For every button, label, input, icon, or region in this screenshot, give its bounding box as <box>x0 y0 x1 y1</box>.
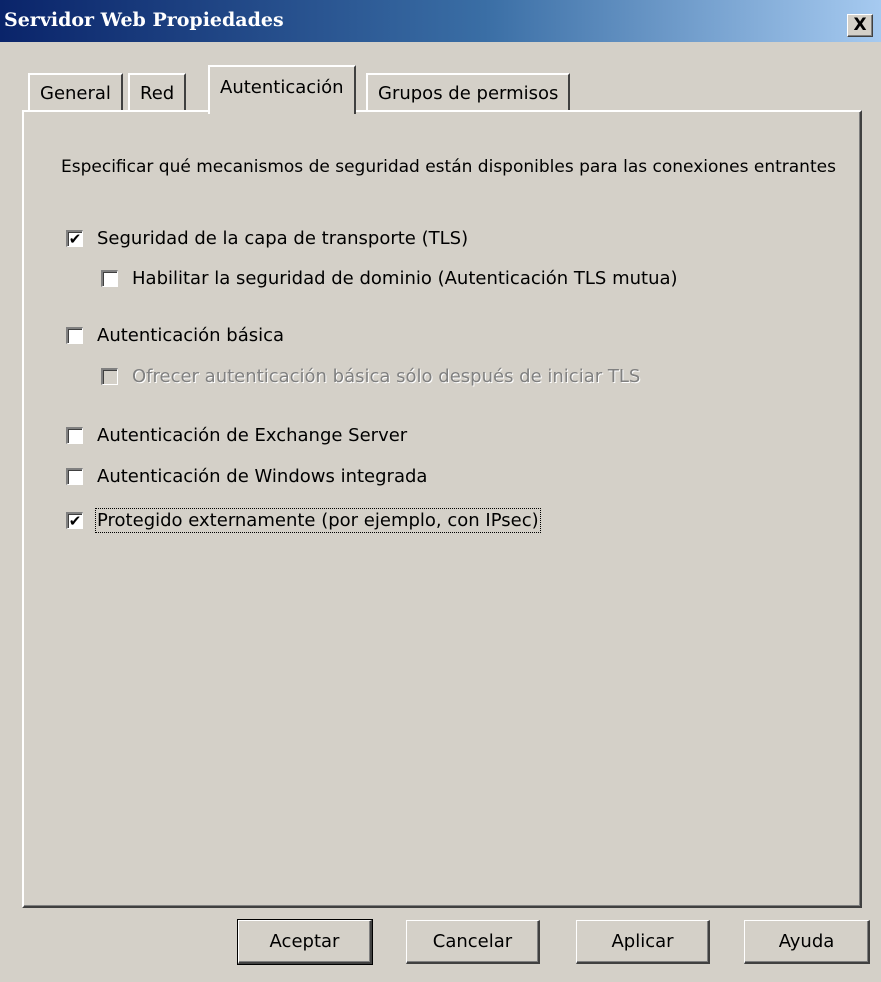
checkbox-basic-auth-after-tls <box>101 368 118 385</box>
checkbox-externally-secured[interactable]: ✔ <box>66 512 83 529</box>
tab-general[interactable]: General <box>28 73 123 111</box>
button-label: Ayuda <box>778 931 835 952</box>
tab-label: General <box>40 82 111 104</box>
option-label: Ofrecer autenticación básica sólo despué… <box>132 366 641 387</box>
option-basic-auth-after-tls: Ofrecer autenticación básica sólo despué… <box>101 366 640 387</box>
tab-label: Red <box>140 82 175 104</box>
option-externally-secured[interactable]: ✔ Protegido externamente (por ejemplo, c… <box>66 508 541 533</box>
option-label: Seguridad de la capa de transporte (TLS) <box>97 228 469 249</box>
option-basic-auth[interactable]: Autenticación básica <box>66 325 284 346</box>
close-icon: X <box>853 15 867 35</box>
option-label: Autenticación de Windows integrada <box>97 466 428 487</box>
checkbox-tls[interactable]: ✔ <box>66 230 83 247</box>
cancel-button[interactable]: Cancelar <box>406 920 540 964</box>
option-label: Protegido externamente (por ejemplo, con… <box>95 508 541 533</box>
check-icon: ✔ <box>68 511 82 530</box>
tab-grupos-de-permisos[interactable]: Grupos de permisos <box>366 73 571 111</box>
tab-label: Grupos de permisos <box>378 82 559 104</box>
option-exchange-server-auth[interactable]: Autenticación de Exchange Server <box>66 425 407 446</box>
tab-red[interactable]: Red <box>128 73 187 111</box>
button-label: Cancelar <box>432 931 513 952</box>
option-windows-integrated-auth[interactable]: Autenticación de Windows integrada <box>66 466 427 487</box>
close-button[interactable]: X <box>847 14 873 37</box>
tab-autenticacion[interactable]: Autenticación <box>208 65 356 114</box>
window-title: Servidor Web Propiedades <box>4 9 284 31</box>
title-bar[interactable]: Servidor Web Propiedades X <box>0 0 881 42</box>
option-label: Autenticación de Exchange Server <box>97 425 408 446</box>
checkbox-domain-security[interactable] <box>101 270 118 287</box>
properties-dialog: Servidor Web Propiedades X General Red A… <box>0 0 881 982</box>
help-button[interactable]: Ayuda <box>744 920 870 964</box>
security-description: Especificar qué mecanismos de seguridad … <box>61 157 836 177</box>
option-label: Habilitar la seguridad de dominio (Auten… <box>132 268 678 289</box>
tab-label: Autenticación <box>220 77 344 98</box>
ok-button[interactable]: Aceptar <box>237 919 373 965</box>
apply-button[interactable]: Aplicar <box>576 920 710 964</box>
check-icon: ✔ <box>68 229 82 248</box>
checkbox-basic-auth[interactable] <box>66 327 83 344</box>
button-label: Aplicar <box>611 931 674 952</box>
button-label: Aceptar <box>269 931 340 952</box>
checkbox-windows-integrated-auth[interactable] <box>66 468 83 485</box>
option-label: Autenticación básica <box>97 325 285 346</box>
checkbox-exchange-server-auth[interactable] <box>66 427 83 444</box>
option-domain-security[interactable]: Habilitar la seguridad de dominio (Auten… <box>101 268 678 289</box>
option-tls[interactable]: ✔ Seguridad de la capa de transporte (TL… <box>66 228 468 249</box>
